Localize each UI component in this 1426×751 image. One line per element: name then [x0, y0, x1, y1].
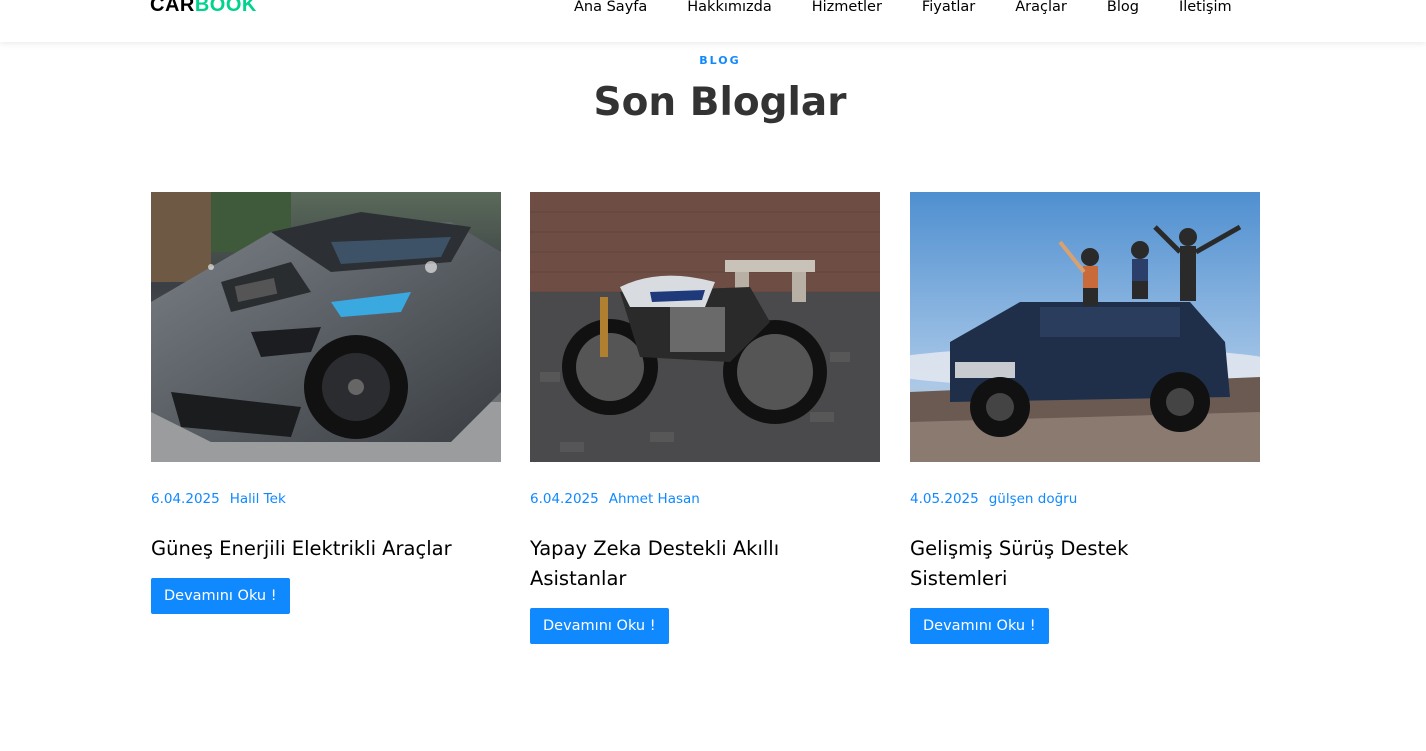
- nav-link-contact[interactable]: İletişim: [1179, 0, 1232, 18]
- blog-meta: 4.05.2025 gülşen doğru: [910, 490, 1260, 508]
- brand-logo-part2: BOOK: [194, 0, 257, 16]
- nav-link-about[interactable]: Hakkımızda: [687, 0, 771, 18]
- read-more-button[interactable]: Devamını Oku !: [151, 578, 290, 614]
- blog-title[interactable]: Güneş Enerjili Elektrikli Araçlar: [151, 534, 501, 564]
- nav-link-pricing[interactable]: Fiyatlar: [922, 0, 975, 18]
- blog-card: 6.04.2025 Halil Tek Güneş Enerjili Elekt…: [151, 192, 501, 614]
- nav-link-services[interactable]: Hizmetler: [812, 0, 882, 18]
- blog-image-sports-car[interactable]: [151, 192, 501, 462]
- blog-card: 6.04.2025 Ahmet Hasan Yapay Zeka Destekl…: [530, 192, 880, 644]
- blog-author[interactable]: gülşen doğru: [989, 490, 1078, 508]
- navbar: CARBOOK Ana Sayfa Hakkımızda Hizmetler F…: [0, 0, 1426, 42]
- section-heading: Son Bloglar: [593, 80, 847, 125]
- blog-image-motorcycle[interactable]: [530, 192, 880, 462]
- blog-date[interactable]: 6.04.2025: [151, 490, 220, 508]
- nav-menu: Ana Sayfa Hakkımızda Hizmetler Fiyatlar …: [574, 0, 1232, 18]
- nav-link-blog[interactable]: Blog: [1107, 0, 1139, 18]
- blog-date[interactable]: 6.04.2025: [530, 490, 599, 508]
- blog-card: 4.05.2025 gülşen doğru Gelişmiş Sürüş De…: [910, 192, 1260, 644]
- blog-meta: 6.04.2025 Ahmet Hasan: [530, 490, 880, 508]
- brand-logo-part1: CAR: [150, 0, 195, 16]
- blog-title[interactable]: Yapay Zeka Destekli Akıllı Asistanlar: [530, 534, 880, 594]
- section-subheading: BLOG: [699, 54, 741, 67]
- blog-author[interactable]: Halil Tek: [230, 490, 286, 508]
- blog-image-offroad-truck[interactable]: [910, 192, 1260, 462]
- blog-title[interactable]: Gelişmiş Sürüş Destek Sistemleri: [910, 534, 1260, 594]
- blog-date[interactable]: 4.05.2025: [910, 490, 979, 508]
- brand-logo[interactable]: CARBOOK: [150, 0, 257, 16]
- read-more-button[interactable]: Devamını Oku !: [910, 608, 1049, 644]
- nav-link-cars[interactable]: Araçlar: [1015, 0, 1067, 18]
- nav-link-home[interactable]: Ana Sayfa: [574, 0, 647, 18]
- read-more-button[interactable]: Devamını Oku !: [530, 608, 669, 644]
- blog-meta: 6.04.2025 Halil Tek: [151, 490, 501, 508]
- blog-author[interactable]: Ahmet Hasan: [609, 490, 700, 508]
